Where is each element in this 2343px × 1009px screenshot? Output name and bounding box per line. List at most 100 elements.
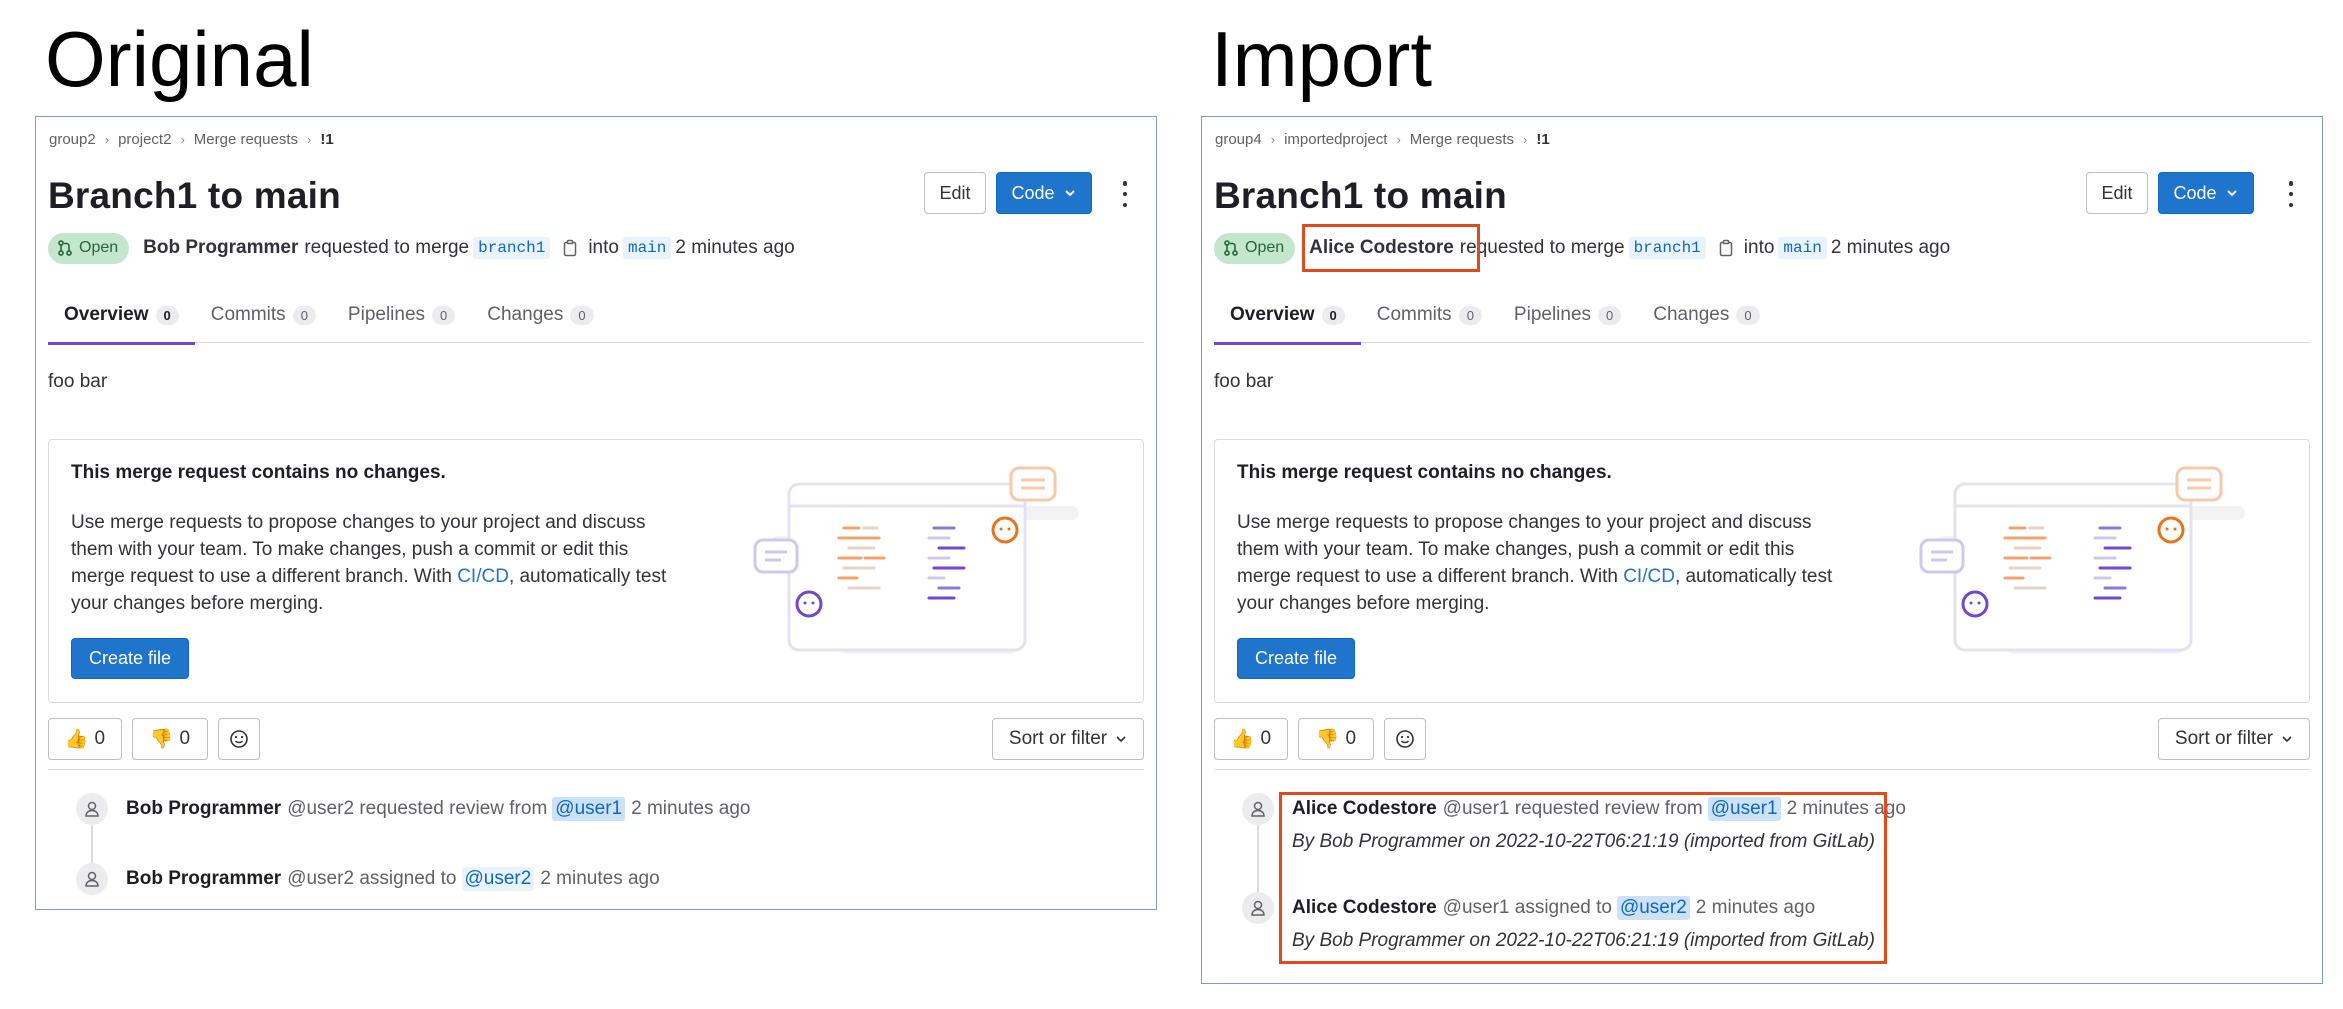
tab-changes[interactable]: Changes 0 — [471, 287, 609, 343]
target-branch[interactable]: main — [622, 237, 672, 259]
divider — [1214, 769, 2310, 770]
breadcrumb-current[interactable]: !1 — [1536, 131, 1549, 148]
edit-button[interactable]: Edit — [2086, 172, 2148, 214]
empty-state: This merge request contains no changes. … — [48, 439, 1144, 703]
tab-overview[interactable]: Overview 0 — [1214, 287, 1361, 345]
status-label: Open — [1245, 239, 1285, 256]
cicd-link[interactable]: CI/CD — [457, 566, 509, 587]
original-title: Original — [45, 15, 314, 103]
breadcrumb-project[interactable]: project2 — [118, 131, 171, 148]
empty-state-title: This merge request contains no changes. — [1237, 462, 1612, 483]
import-panel: group4 › importedproject › Merge requests ›… — [1201, 116, 2323, 984]
requested-text: requested to merge — [1459, 237, 1625, 258]
user-avatar-icon — [1242, 793, 1274, 825]
tab-changes[interactable]: Changes 0 — [1637, 287, 1775, 343]
user-mention[interactable]: @user2 — [461, 867, 535, 891]
note-time: 2 minutes ago — [540, 868, 660, 889]
empty-state-illustration — [753, 466, 1079, 654]
breadcrumb-merge-requests[interactable]: Merge requests — [1410, 131, 1514, 148]
thumbs-down-button[interactable]: 👎 0 — [1298, 718, 1374, 760]
code-dropdown-button[interactable]: Code — [996, 172, 1092, 214]
create-file-button[interactable]: Create file — [1237, 638, 1355, 679]
awards-bar: 👍 0 👎 0 Sort or filter — [1214, 718, 2310, 760]
add-reaction-button[interactable] — [218, 718, 260, 760]
empty-state-illustration — [1919, 466, 2245, 654]
breadcrumb-group[interactable]: group2 — [49, 131, 96, 148]
sort-filter-dropdown[interactable]: Sort or filter — [992, 718, 1144, 760]
thumbs-down-button[interactable]: 👎 0 — [132, 718, 208, 760]
copy-icon[interactable] — [1718, 239, 1734, 257]
code-button-label: Code — [2173, 182, 2217, 203]
tab-commits[interactable]: Commits 0 — [195, 287, 332, 343]
tab-count: 0 — [570, 305, 594, 325]
smiley-icon — [230, 730, 248, 748]
empty-state: This merge request contains no changes. … — [1214, 439, 2310, 703]
note-author[interactable]: Bob Programmer — [126, 868, 281, 890]
breadcrumb-group[interactable]: group4 — [1215, 131, 1262, 148]
source-branch[interactable]: branch1 — [473, 237, 551, 259]
add-reaction-button[interactable] — [1384, 718, 1426, 760]
sort-filter-dropdown[interactable]: Sort or filter — [2158, 718, 2310, 760]
created-time: 2 minutes ago — [1830, 237, 1951, 258]
thumbs-up-button[interactable]: 👍 0 — [48, 718, 122, 760]
page-title: Branch1 to main — [1214, 175, 1507, 216]
status-badge: Open — [48, 232, 130, 264]
thumbs-up-button[interactable]: 👍 0 — [1214, 718, 1288, 760]
thumbs-down-icon: 👎 — [1315, 729, 1340, 750]
user-avatar-icon — [76, 793, 108, 825]
code-dropdown-button[interactable]: Code — [2158, 172, 2254, 214]
more-actions-icon[interactable] — [1122, 181, 1128, 207]
chevron-right-icon: › — [1396, 132, 1401, 147]
tab-pipelines[interactable]: Pipelines 0 — [332, 287, 471, 343]
thumbs-up-count: 0 — [94, 728, 106, 749]
user-mention[interactable]: @user1 — [552, 797, 626, 821]
cicd-link[interactable]: CI/CD — [1623, 566, 1675, 587]
divider — [48, 769, 1144, 770]
mr-description: foo bar — [1214, 371, 1274, 392]
note-handle[interactable]: @user2 — [287, 868, 354, 890]
breadcrumb: group4 › importedproject › Merge requests ›… — [1215, 131, 1550, 148]
thumbs-down-count: 0 — [179, 728, 191, 749]
tab-count: 0 — [1598, 305, 1622, 325]
chevron-right-icon: › — [104, 132, 110, 147]
smiley-icon — [1396, 730, 1414, 748]
thumbs-down-icon: 👎 — [149, 729, 174, 750]
created-time: 2 minutes ago — [675, 237, 795, 258]
tab-count: 0 — [292, 305, 316, 325]
mr-meta: Open Bob Programmer requested to merge b… — [48, 232, 795, 264]
breadcrumb: group2 › project2 › Merge requests › !1 — [49, 131, 334, 148]
merge-request-icon — [1224, 240, 1238, 256]
chevron-down-icon — [1116, 736, 1126, 743]
highlight-box — [1279, 792, 1887, 964]
code-button-label: Code — [1011, 182, 1055, 203]
note-handle[interactable]: @user2 — [287, 798, 354, 820]
tab-overview[interactable]: Overview 0 — [48, 287, 195, 345]
thumbs-up-count: 0 — [1260, 728, 1272, 749]
edit-button[interactable]: Edit — [924, 172, 986, 214]
original-panel: group2 › project2 › Merge requests › !1 Bra… — [35, 116, 1157, 910]
tab-count: 0 — [1458, 305, 1482, 325]
chevron-right-icon: › — [1270, 132, 1276, 147]
chevron-down-icon — [1064, 190, 1075, 197]
chevron-right-icon: › — [180, 132, 185, 147]
note-author[interactable]: Bob Programmer — [126, 798, 281, 820]
more-actions-icon[interactable] — [2288, 181, 2294, 207]
tab-commits[interactable]: Commits 0 — [1361, 287, 1498, 343]
breadcrumb-current[interactable]: !1 — [320, 131, 333, 148]
copy-icon[interactable] — [562, 239, 578, 257]
chevron-right-icon: › — [1523, 132, 1528, 147]
create-file-button[interactable]: Create file — [71, 638, 189, 679]
chevron-down-icon — [2282, 736, 2292, 743]
breadcrumb-merge-requests[interactable]: Merge requests — [194, 131, 298, 148]
tab-count: 0 — [1321, 305, 1345, 325]
into-text: into — [1743, 237, 1775, 258]
source-branch[interactable]: branch1 — [1628, 237, 1706, 259]
tab-pipelines[interactable]: Pipelines 0 — [1498, 287, 1637, 343]
breadcrumb-project[interactable]: importedproject — [1284, 131, 1387, 148]
chevron-down-icon — [2226, 190, 2237, 197]
empty-state-body: Use merge requests to propose changes to… — [1237, 512, 1833, 614]
status-badge: Open — [1214, 232, 1296, 264]
user-avatar-icon — [76, 863, 108, 895]
author-name[interactable]: Bob Programmer — [143, 237, 298, 259]
target-branch[interactable]: main — [1778, 237, 1827, 259]
